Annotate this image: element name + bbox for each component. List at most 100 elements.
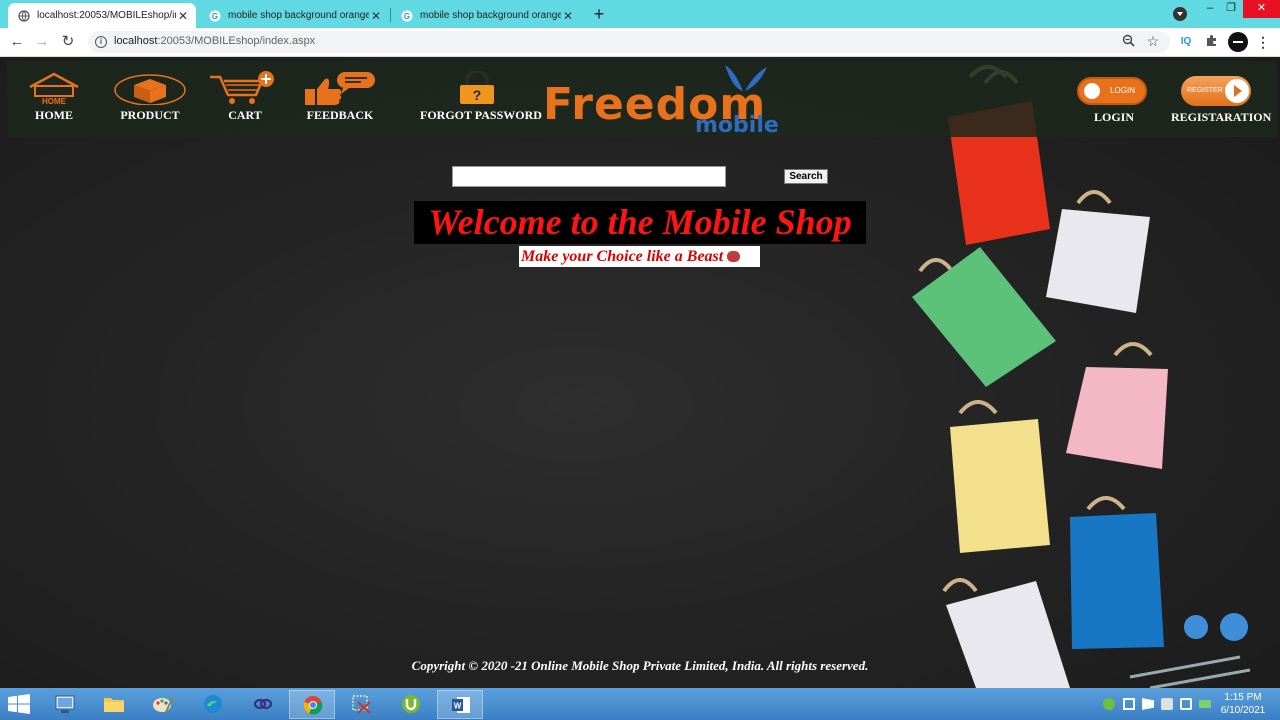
menu-kebab-icon[interactable]: ⋮ bbox=[1255, 34, 1271, 50]
svg-text:G: G bbox=[212, 12, 218, 21]
login-pill-button[interactable]: LOGIN bbox=[1077, 77, 1147, 105]
clock-time: 1:15 PM bbox=[1224, 692, 1262, 703]
forward-arrow-icon[interactable]: → bbox=[33, 33, 51, 51]
tab-search-dropdown-icon[interactable] bbox=[1173, 7, 1187, 21]
file-explorer-icon bbox=[104, 698, 124, 712]
link-icon bbox=[253, 698, 273, 710]
tab-localhost[interactable]: localhost:20053/MOBILEshop/index.aspx ✕ bbox=[8, 3, 196, 28]
svg-text:W: W bbox=[454, 702, 462, 711]
login-pill-label: LOGIN bbox=[1110, 86, 1135, 95]
tab-close-icon[interactable]: ✕ bbox=[561, 9, 575, 23]
nav-label: FORGOT PASSWORD bbox=[420, 108, 542, 122]
url-text: localhost:20053/MOBILEshop/index.aspx bbox=[114, 35, 316, 47]
taskbar-word[interactable]: W bbox=[437, 690, 483, 719]
product-box-icon bbox=[114, 74, 186, 105]
tray-flag-icon[interactable] bbox=[1142, 698, 1154, 710]
globe-icon bbox=[18, 9, 30, 22]
extensions-puzzle-icon[interactable] bbox=[1203, 34, 1219, 50]
pink-bag bbox=[1066, 342, 1168, 469]
address-bar[interactable]: i localhost:20053/MOBILEshop/index.aspx … bbox=[88, 31, 1170, 53]
taskbar-link-app[interactable] bbox=[240, 690, 286, 719]
green-bag bbox=[912, 247, 1056, 387]
welcome-title: Welcome to the Mobile Shop bbox=[414, 201, 866, 244]
window-close-button[interactable]: ✕ bbox=[1243, 0, 1280, 18]
freedom-mobile-logo[interactable]: Freedom mobile bbox=[543, 63, 833, 139]
logo-sub-text: mobile bbox=[695, 113, 779, 138]
browser-toolbar: ← → ↻ i localhost:20053/MOBILEshop/index… bbox=[0, 28, 1280, 57]
blue-bag bbox=[1070, 496, 1164, 649]
windows-taskbar: W 1:15 PM 6/10/2021 bbox=[0, 688, 1280, 720]
tray-battery-icon[interactable] bbox=[1199, 700, 1211, 708]
tab-title: mobile shop background orange bbox=[420, 10, 561, 21]
nav-product[interactable]: PRODUCT bbox=[114, 71, 186, 123]
tagline-text: Make your Choice like a Beast bbox=[521, 248, 724, 265]
back-arrow-icon[interactable]: ← bbox=[8, 33, 26, 51]
taskbar-snipping-tool[interactable] bbox=[338, 690, 384, 719]
register-pill-button[interactable]: REGISTER NOW bbox=[1181, 76, 1251, 106]
login-link[interactable]: LOGIN bbox=[1094, 110, 1134, 125]
tab-close-icon[interactable]: ✕ bbox=[176, 9, 190, 23]
tab-title: localhost:20053/MOBILEshop/index.aspx bbox=[37, 10, 176, 21]
taskbar-utorrent[interactable] bbox=[388, 690, 434, 719]
nav-label: CART bbox=[228, 108, 262, 122]
profile-avatar[interactable] bbox=[1228, 32, 1248, 52]
svg-text:G: G bbox=[404, 12, 410, 21]
windows-start-icon[interactable] bbox=[8, 694, 30, 714]
lock-question-icon: ? bbox=[460, 71, 494, 104]
nav-label: PRODUCT bbox=[120, 108, 180, 122]
google-icon: G bbox=[401, 10, 413, 21]
nav-cart[interactable]: CART bbox=[208, 71, 282, 123]
reload-icon[interactable]: ↻ bbox=[59, 33, 77, 51]
chrome-icon bbox=[303, 696, 323, 715]
tray-volume-muted-icon[interactable] bbox=[1161, 698, 1173, 710]
white-bag bbox=[1046, 190, 1150, 313]
browser-tab-strip: localhost:20053/MOBILEshop/index.aspx ✕ … bbox=[0, 0, 1280, 28]
taskbar-file-explorer[interactable] bbox=[91, 690, 137, 719]
taskbar-chrome[interactable] bbox=[289, 690, 335, 719]
taskbar-control-panel[interactable] bbox=[42, 690, 88, 719]
taskbar-edge[interactable] bbox=[190, 690, 236, 719]
tab-search-1[interactable]: G mobile shop background orange ✕ bbox=[199, 3, 389, 28]
nav-home[interactable]: HOME HOME bbox=[24, 71, 84, 123]
restore-button[interactable]: ❐ bbox=[1221, 0, 1241, 18]
cart-icon bbox=[210, 71, 274, 104]
arrow-right-icon bbox=[1225, 79, 1249, 103]
taskbar-paint[interactable] bbox=[140, 690, 186, 719]
taskbar-clock[interactable]: 1:15 PM 6/10/2021 bbox=[1212, 691, 1274, 717]
tray-tablet-icon[interactable] bbox=[1123, 698, 1135, 710]
nav-forgot-password[interactable]: ? FORGOT PASSWORD bbox=[420, 71, 542, 123]
utorrent-icon bbox=[402, 695, 420, 713]
svg-text:?: ? bbox=[473, 87, 482, 103]
control-panel-icon bbox=[55, 695, 75, 713]
feedback-icon bbox=[305, 72, 375, 105]
shopping-bags-background bbox=[912, 65, 1251, 688]
snipping-icon bbox=[352, 695, 371, 714]
nav-label: HOME bbox=[35, 108, 73, 122]
clock-date: 6/10/2021 bbox=[1220, 705, 1266, 716]
tray-utorrent-icon[interactable] bbox=[1103, 698, 1115, 710]
info-icon[interactable]: i bbox=[95, 36, 107, 48]
edge-icon bbox=[204, 695, 222, 713]
zoom-icon[interactable] bbox=[1120, 34, 1136, 50]
google-icon: G bbox=[209, 10, 221, 21]
copyright-text: Copyright © 2020 -21 Online Mobile Shop … bbox=[411, 658, 869, 673]
bookmark-star-icon[interactable]: ☆ bbox=[1145, 33, 1161, 49]
minimize-button[interactable]: – bbox=[1200, 0, 1220, 18]
svg-text:HOME: HOME bbox=[42, 97, 67, 105]
tab-search-2[interactable]: G mobile shop background orange ✕ bbox=[391, 3, 581, 28]
yellow-bag bbox=[950, 400, 1050, 553]
tray-network-icon[interactable] bbox=[1180, 698, 1192, 710]
tab-title: mobile shop background orange bbox=[228, 10, 369, 21]
search-button[interactable]: Search bbox=[784, 169, 828, 184]
paint-icon bbox=[153, 696, 174, 713]
page-content: HOME HOME PRODUCT CART FEEDBACK ? FORGOT… bbox=[0, 57, 1280, 688]
new-tab-button[interactable]: + bbox=[591, 5, 607, 23]
home-icon: HOME bbox=[29, 72, 79, 105]
registration-link[interactable]: REGISTARATION bbox=[1171, 110, 1271, 125]
nav-label: FEEDBACK bbox=[306, 108, 374, 122]
nav-feedback[interactable]: FEEDBACK bbox=[303, 71, 377, 123]
tab-close-icon[interactable]: ✕ bbox=[369, 9, 383, 23]
fist-emoji-icon bbox=[727, 251, 741, 262]
search-input[interactable] bbox=[452, 166, 726, 187]
iq-extension-icon[interactable]: IQ bbox=[1178, 34, 1194, 50]
